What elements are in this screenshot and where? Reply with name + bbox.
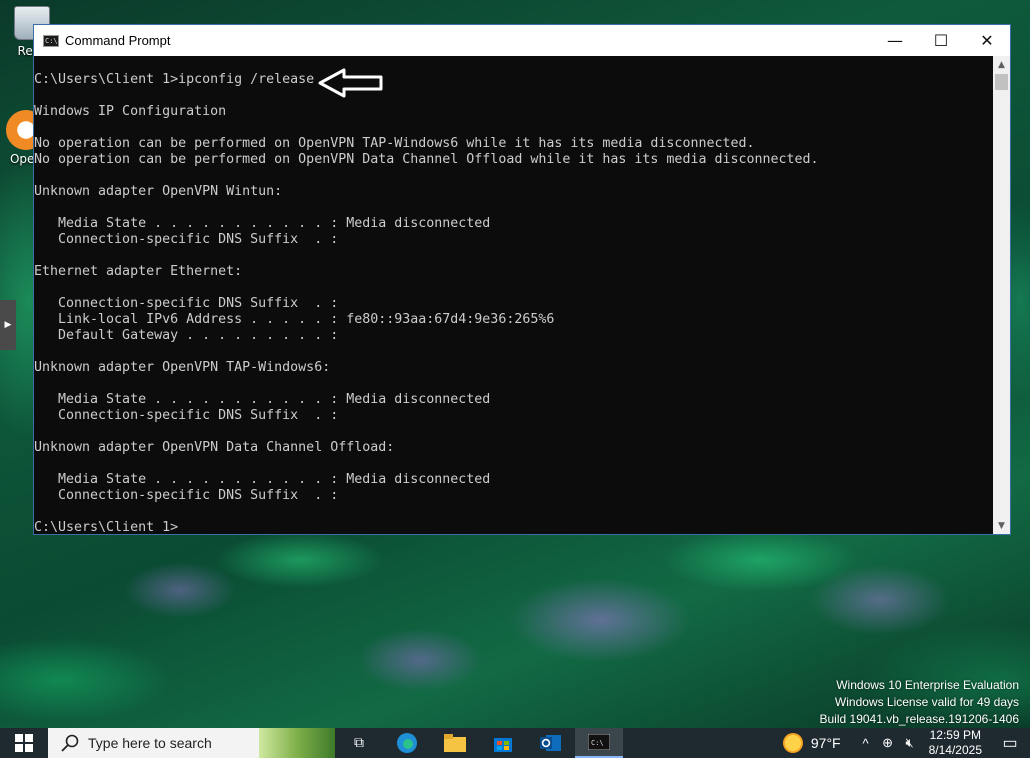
- console-line: Link-local IPv6 Address . . . . . : fe80…: [34, 312, 555, 327]
- taskbar-search-box[interactable]: Type here to search: [48, 728, 335, 758]
- start-button[interactable]: [0, 728, 48, 758]
- vertical-scrollbar[interactable]: ▲ ▼: [993, 56, 1010, 534]
- watermark-license: Windows License valid for 49 days: [834, 695, 1019, 709]
- weather-sun-icon: [782, 733, 803, 753]
- watermark-edition: Windows 10 Enterprise Evaluation: [836, 678, 1019, 692]
- watermark-build: Build 19041.vb_release.191206-1406: [819, 712, 1020, 726]
- scroll-up-icon[interactable]: ▲: [993, 56, 1010, 73]
- volume-muted-icon[interactable]: 🔇︎: [899, 735, 921, 751]
- console-line: No operation can be performed on OpenVPN…: [34, 136, 755, 151]
- console-line: Default Gateway . . . . . . . . . :: [34, 328, 339, 343]
- console-line: Media State . . . . . . . . . . . : Medi…: [34, 392, 491, 407]
- console-line: Media State . . . . . . . . . . . : Medi…: [34, 472, 491, 487]
- weather-temperature: 97°F: [810, 735, 841, 751]
- cmd-app-icon: C:\: [43, 34, 59, 47]
- command-prompt-taskbar-icon[interactable]: C:\: [575, 728, 623, 758]
- notification-center-icon[interactable]: ▭: [990, 733, 1030, 753]
- console-line: Media State . . . . . . . . . . . : Medi…: [34, 216, 491, 231]
- maximize-button[interactable]: ☐: [918, 25, 964, 56]
- minimize-button[interactable]: —: [872, 25, 918, 56]
- windows-logo-icon: [15, 734, 33, 752]
- console-line: Ethernet adapter Ethernet:: [34, 264, 243, 279]
- weather-widget[interactable]: 97°F: [782, 733, 855, 753]
- taskbar-clock[interactable]: 12:59 PM 8/14/2025: [921, 728, 990, 758]
- console-line: No operation can be performed on OpenVPN…: [34, 152, 819, 167]
- console-line: Unknown adapter OpenVPN Data Channel Off…: [34, 440, 395, 455]
- console-output[interactable]: C:\Users\Client 1>ipconfig /release Windo…: [34, 56, 993, 534]
- search-highlight-image: [259, 728, 335, 758]
- svg-text:C:\: C:\: [591, 739, 604, 747]
- console-line: C:\Users\Client 1>: [34, 520, 179, 534]
- search-icon: [61, 734, 79, 752]
- outlook-icon[interactable]: [527, 728, 575, 758]
- command-prompt-window[interactable]: C:\ Command Prompt — ☐ ✕ C:\Users\Client…: [33, 24, 1011, 535]
- network-globe-icon[interactable]: ⊕: [877, 735, 899, 751]
- file-explorer-icon[interactable]: [431, 728, 479, 758]
- taskbar: Type here to search ⧉ C:\ 97°F ^ ⊕ 🔇︎ 12…: [0, 728, 1030, 758]
- console-line: Windows IP Configuration: [34, 104, 227, 119]
- console-line: Unknown adapter OpenVPN Wintun:: [34, 184, 283, 199]
- console-line: Connection-specific DNS Suffix . :: [34, 232, 339, 247]
- task-view-icon[interactable]: ⧉: [335, 728, 383, 758]
- clock-date: 8/14/2025: [928, 743, 982, 757]
- window-titlebar[interactable]: C:\ Command Prompt — ☐ ✕: [34, 25, 1010, 56]
- clock-time: 12:59 PM: [929, 728, 981, 742]
- windows-evaluation-watermark: Windows 10 Enterprise Evaluation Windows…: [820, 677, 1020, 728]
- scroll-down-icon[interactable]: ▼: [993, 517, 1010, 534]
- search-placeholder: Type here to search: [88, 735, 212, 751]
- system-tray: 97°F ^ ⊕ 🔇︎ 12:59 PM 8/14/2025 ▭: [782, 728, 1030, 758]
- console-line: Connection-specific DNS Suffix . :: [34, 296, 339, 311]
- window-title: Command Prompt: [65, 33, 171, 48]
- microsoft-store-icon[interactable]: [479, 728, 527, 758]
- console-line: Connection-specific DNS Suffix . :: [34, 408, 339, 423]
- close-button[interactable]: ✕: [964, 25, 1010, 56]
- annotation-arrow-icon: [318, 68, 383, 98]
- console-line: C:\Users\Client 1>ipconfig /release: [34, 72, 315, 87]
- console-line: Unknown adapter OpenVPN TAP-Windows6:: [34, 360, 331, 375]
- edge-browser-icon[interactable]: [383, 728, 431, 758]
- console-line: Connection-specific DNS Suffix . :: [34, 488, 339, 503]
- scroll-thumb[interactable]: [995, 74, 1008, 90]
- chevron-up-icon[interactable]: ^: [855, 736, 877, 751]
- side-panel-toggle[interactable]: ▶: [0, 300, 16, 350]
